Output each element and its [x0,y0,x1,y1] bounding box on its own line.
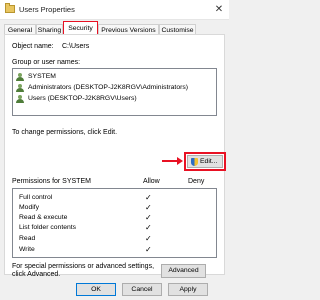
close-button[interactable]: ✕ [212,3,226,16]
special-permissions-text-line2: click Advanced. [12,271,61,278]
advanced-button[interactable]: Advanced [161,264,206,278]
permission-row-full-control: Full control ✓ [13,193,216,203]
user-name: Administrators (DESKTOP-J2K8RGV\Administ… [28,84,189,91]
deny-header: Deny [188,178,205,185]
user-name: Users (DESKTOP-J2K8RGV\Users) [28,95,137,102]
list-item-system[interactable]: SYSTEM [16,72,215,82]
permission-name: Read & execute [19,214,68,221]
allow-check-icon: ✓ [145,223,152,232]
tab-bar: General Sharing Security Previous Versio… [4,21,228,35]
title-bar: Users Properties ✕ [0,0,229,20]
window-title: Users Properties [19,5,75,14]
shield-icon [191,158,198,166]
object-name-value: C:\Users [62,43,90,50]
change-permissions-text: To change permissions, click Edit. [12,129,118,136]
allow-check-icon: ✓ [145,234,152,243]
folder-icon [5,3,15,13]
user-name: SYSTEM [28,73,56,80]
permission-row-read: Read ✓ [13,234,216,244]
group-or-user-names-label: Group or user names: [12,59,81,66]
allow-check-icon: ✓ [145,203,152,212]
permission-row-list-folder-contents: List folder contents ✓ [13,223,216,233]
permission-name: Read [19,235,36,242]
permission-name: List folder contents [19,224,77,231]
annotation-arrow-head [177,157,183,165]
allow-check-icon: ✓ [145,213,152,222]
allow-header: Allow [143,178,160,185]
list-item-administrators[interactable]: Administrators (DESKTOP-J2K8RGV\Administ… [16,83,215,93]
permissions-list[interactable]: Full control ✓ Modify ✓ Read & execute ✓… [12,188,217,258]
edit-button[interactable]: Edit... [187,155,223,168]
permission-name: Write [19,246,35,253]
allow-check-icon: ✓ [145,193,152,202]
permissions-for-label: Permissions for SYSTEM [12,178,91,185]
permission-row-modify: Modify ✓ [13,203,216,213]
group-icon [16,84,25,92]
permission-row-write: Write ✓ [13,245,216,255]
cancel-button[interactable]: Cancel [122,283,162,296]
object-name-label: Object name: [12,43,54,50]
user-list[interactable]: SYSTEM Administrators (DESKTOP-J2K8RGV\A… [12,68,217,116]
ok-button[interactable]: OK [76,283,116,296]
group-icon [16,73,25,81]
annotation-arrow [162,160,178,162]
special-permissions-text: For special permissions or advanced sett… [12,263,155,270]
group-icon [16,95,25,103]
permission-name: Full control [19,194,53,201]
tab-security[interactable]: Security [63,21,98,35]
permission-row-read-execute: Read & execute ✓ [13,213,216,223]
list-item-users[interactable]: Users (DESKTOP-J2K8RGV\Users) [16,94,215,104]
apply-button[interactable]: Apply [168,283,208,296]
edit-button-label: Edit... [200,158,218,165]
allow-check-icon: ✓ [145,245,152,254]
permission-name: Modify [19,204,40,211]
